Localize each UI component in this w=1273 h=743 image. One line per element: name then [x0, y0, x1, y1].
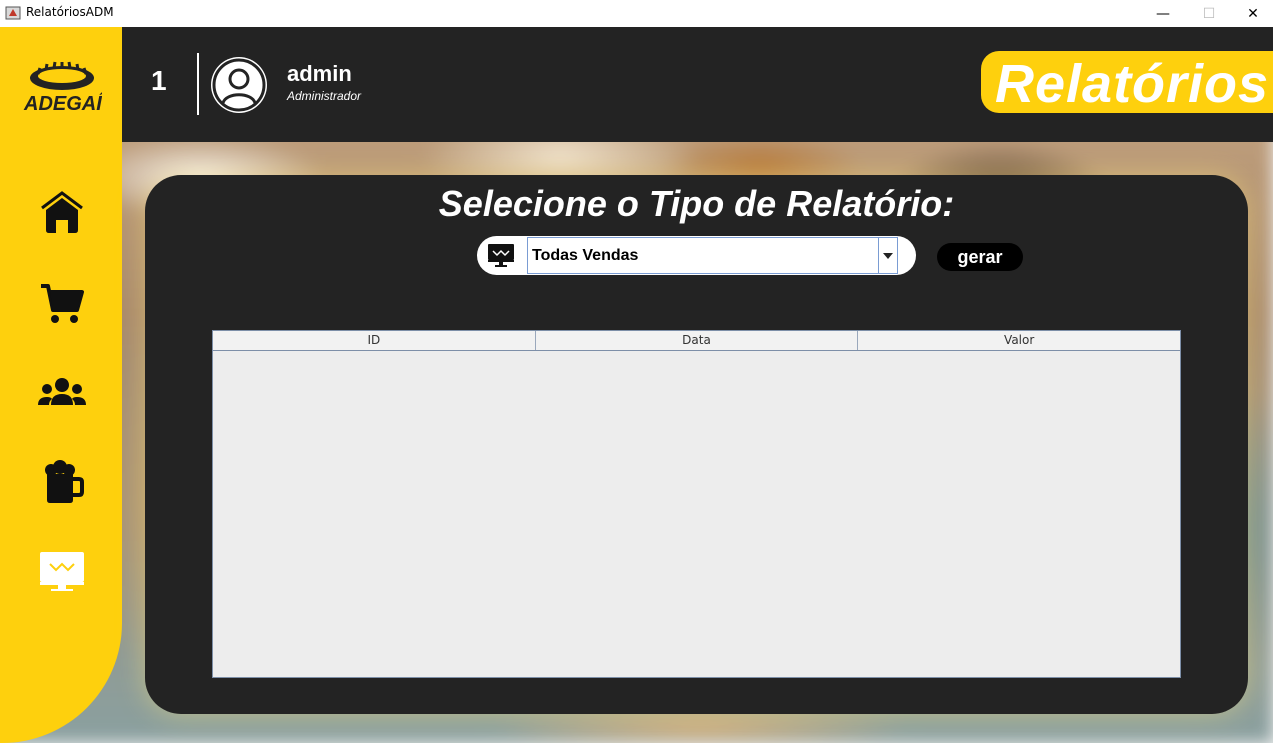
maximize-button[interactable]: ☐ — [1186, 0, 1232, 27]
users-icon — [38, 378, 86, 405]
sidebar-item-home[interactable] — [36, 187, 88, 239]
reports-monitor-icon — [40, 552, 84, 591]
monitor-chart-icon — [488, 244, 514, 267]
home-icon — [41, 191, 83, 233]
sidebar: ADEGAÍ — [0, 27, 122, 743]
header-divider — [197, 53, 199, 115]
report-type-dropdown[interactable]: Todas Vendas — [527, 237, 898, 274]
chevron-down-icon[interactable] — [878, 238, 897, 273]
window-titlebar: RelatóriosADM — ☐ ✕ — [0, 0, 1273, 27]
username: admin — [287, 61, 352, 86]
avatar — [211, 57, 267, 113]
sidebar-item-users[interactable] — [36, 367, 88, 419]
table-header: ID Data Valor — [213, 331, 1180, 351]
user-role: Administrador — [287, 89, 362, 103]
column-header-data[interactable]: Data — [536, 331, 859, 350]
column-header-valor[interactable]: Valor — [858, 331, 1180, 350]
sidebar-item-reports[interactable] — [36, 545, 88, 597]
page-title-badge: Relatórios — [981, 51, 1273, 114]
top-header: 1 admin Administrador Relatórios — [0, 27, 1273, 142]
report-type-selector: Todas Vendas — [477, 236, 916, 275]
user-icon — [212, 58, 266, 112]
report-type-value: Todas Vendas — [532, 247, 639, 264]
report-panel: Selecione o Tipo de Relatório: Todas Ven… — [145, 175, 1248, 714]
session-counter: 1 — [151, 65, 167, 96]
window-title: RelatóriosADM — [26, 5, 114, 19]
report-table: ID Data Valor — [212, 330, 1181, 678]
sidebar-item-products[interactable] — [36, 457, 88, 509]
adegai-logo: ADEGAÍ — [23, 61, 102, 115]
generate-button[interactable]: gerar — [937, 243, 1023, 271]
page-title: Relatórios — [995, 54, 1270, 114]
logo-text: ADEGAÍ — [23, 92, 102, 115]
sidebar-item-sales[interactable] — [36, 277, 88, 329]
column-header-id[interactable]: ID — [213, 331, 536, 350]
java-app-icon — [5, 6, 21, 20]
table-body[interactable] — [213, 351, 1180, 677]
report-heading: Selecione o Tipo de Relatório: — [438, 183, 955, 224]
app-content: 1 admin Administrador Relatórios ADEGAÍ — [0, 27, 1273, 743]
cart-icon — [41, 284, 84, 323]
close-button[interactable]: ✕ — [1230, 0, 1273, 27]
minimize-button[interactable]: — — [1140, 0, 1186, 27]
beer-mug-icon — [45, 460, 84, 503]
